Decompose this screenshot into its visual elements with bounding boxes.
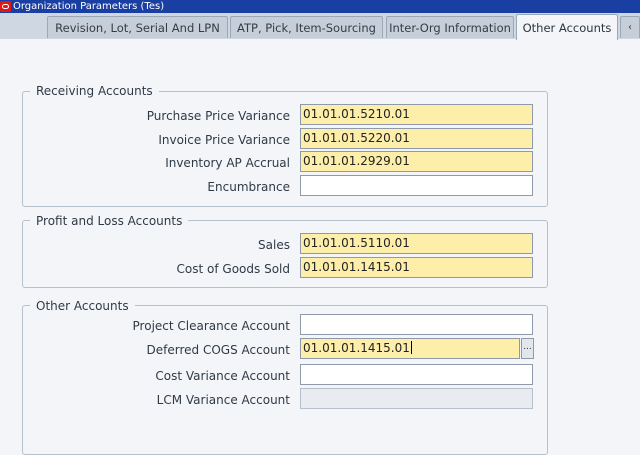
sales-field[interactable]: 01.01.01.5110.01 [300,233,533,254]
oracle-logo-icon [0,1,11,12]
tab-bar: Revision, Lot, Serial And LPN ATP, Pick,… [0,13,640,40]
cost-of-goods-sold-field[interactable]: 01.01.01.1415.01 [300,257,533,278]
invoice-price-variance-label: Invoice Price Variance [158,133,290,147]
project-clearance-account-field[interactable] [300,314,533,335]
text-cursor [410,341,412,354]
inventory-ap-accrual-label: Inventory AP Accrual [165,156,290,170]
cost-variance-account-label: Cost Variance Account [155,369,290,383]
deferred-cogs-account-value: 01.01.01.1415.01 [303,341,410,355]
tab-revision-lot-serial-lpn[interactable]: Revision, Lot, Serial And LPN [47,16,228,38]
encumbrance-field[interactable] [300,175,533,196]
encumbrance-label: Encumbrance [207,180,290,194]
sales-label: Sales [258,238,290,252]
window-titlebar: Organization Parameters (Tes) [0,0,640,13]
invoice-price-variance-field[interactable]: 01.01.01.5220.01 [300,128,533,149]
tab-inter-org-information[interactable]: Inter-Org Information [386,16,514,38]
deferred-cogs-account-field[interactable]: 01.01.01.1415.01 [300,338,520,359]
deferred-cogs-account-label: Deferred COGS Account [146,343,290,357]
purchase-price-variance-field[interactable]: 01.01.01.5210.01 [300,104,533,125]
other-accounts-title: Other Accounts [30,299,135,313]
purchase-price-variance-label: Purchase Price Variance [146,109,290,123]
window-title: Organization Parameters (Tes) [13,1,165,12]
tab-atp-pick-item-sourcing[interactable]: ATP, Pick, Item-Sourcing [230,16,383,38]
profit-loss-accounts-title: Profit and Loss Accounts [30,214,189,228]
project-clearance-account-label: Project Clearance Account [132,319,290,333]
list-of-values-button[interactable]: ... [521,338,534,359]
lcm-variance-account-field [300,388,533,409]
lcm-variance-account-label: LCM Variance Account [156,393,290,407]
cost-of-goods-sold-label: Cost of Goods Sold [176,262,290,276]
cost-variance-account-field[interactable] [300,364,533,385]
inventory-ap-accrual-field[interactable]: 01.01.01.2929.01 [300,151,533,172]
receiving-accounts-title: Receiving Accounts [30,84,159,98]
tab-scroll-left-button[interactable]: ‹ [620,16,640,38]
tab-other-accounts[interactable]: Other Accounts [516,14,618,40]
arrow-left-icon: ‹ [628,22,632,33]
